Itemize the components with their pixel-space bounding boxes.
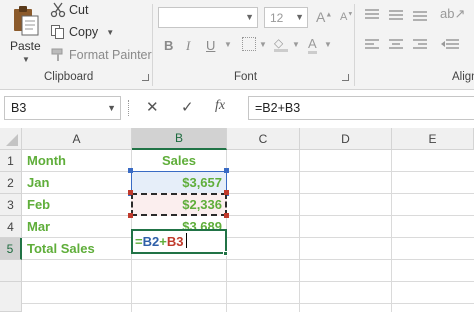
align-center-icon[interactable] xyxy=(388,38,404,52)
column-header-d[interactable]: D xyxy=(300,128,392,150)
copy-button[interactable]: Copy ▼ xyxy=(50,22,114,42)
row-header-3[interactable]: 3 xyxy=(0,194,22,216)
gridline xyxy=(391,150,392,312)
row-header-5[interactable]: 5 xyxy=(0,238,22,260)
chevron-down-icon[interactable]: ▼ xyxy=(224,40,232,49)
cell-b3[interactable]: $2,336 xyxy=(132,194,222,216)
cell-b1[interactable]: Sales xyxy=(132,150,226,172)
copy-label: Copy xyxy=(69,25,99,39)
group-divider xyxy=(152,4,153,86)
select-all-triangle-icon xyxy=(6,134,18,146)
formula-ref-b2: B2 xyxy=(142,234,160,249)
chevron-down-icon[interactable]: ▼ xyxy=(324,40,332,49)
cut-button[interactable]: Cut xyxy=(50,0,88,20)
formula-bar-grip[interactable] xyxy=(128,100,130,116)
paste-label: Paste xyxy=(10,39,41,53)
cell-a2[interactable]: Jan xyxy=(27,172,49,194)
cancel-icon[interactable]: ✕ xyxy=(146,98,159,116)
gridline xyxy=(22,303,474,304)
chevron-down-icon[interactable]: ▼ xyxy=(259,40,267,49)
column-header-a[interactable]: A xyxy=(22,128,132,150)
name-box-value: B3 xyxy=(11,101,27,115)
bold-button[interactable]: B xyxy=(164,38,173,53)
underline-button[interactable]: U xyxy=(206,38,215,53)
formula-value: =B2+B3 xyxy=(255,101,301,115)
cell-a4[interactable]: Mar xyxy=(27,216,50,238)
top-align-icon[interactable] xyxy=(364,8,380,22)
spreadsheet-grid: A B C D E 1 2 3 4 5 xyxy=(0,128,474,312)
clipboard-group-label: Clipboard xyxy=(44,71,94,83)
gridline xyxy=(22,215,474,216)
cell-a5[interactable]: Total Sales xyxy=(27,238,95,260)
format-painter-icon xyxy=(50,47,66,63)
font-size-dropdown[interactable]: 12 ▼ xyxy=(264,7,308,28)
ribbon: Paste ▼ Cut Copy ▼ Format Painter Clipbo… xyxy=(0,0,474,90)
chevron-down-icon[interactable]: ▼ xyxy=(292,40,300,49)
fill-handle[interactable] xyxy=(223,251,228,256)
align-left-icon[interactable] xyxy=(364,38,380,52)
cell-a1[interactable]: Month xyxy=(27,150,66,172)
row-header-2[interactable]: 2 xyxy=(0,172,22,194)
middle-align-icon[interactable] xyxy=(388,8,404,22)
row-header-7[interactable] xyxy=(0,282,22,312)
font-group-label: Font xyxy=(234,71,258,83)
font-size-value: 12 xyxy=(270,11,284,25)
format-painter-label: Format Painter xyxy=(69,48,152,62)
row-header-4[interactable]: 4 xyxy=(0,216,22,238)
row-header-1[interactable]: 1 xyxy=(0,150,22,172)
chevron-down-icon[interactable]: ▼ xyxy=(106,28,114,37)
align-right-icon[interactable] xyxy=(412,38,428,52)
reference-handle[interactable] xyxy=(224,168,229,173)
scissors-icon xyxy=(50,2,66,18)
decrease-indent-icon[interactable] xyxy=(440,38,460,52)
cell-b2[interactable]: $3,657 xyxy=(132,172,222,194)
text-caret xyxy=(186,233,188,248)
row-header-6[interactable] xyxy=(0,260,22,282)
formula-operator: + xyxy=(159,234,167,249)
paste-icon xyxy=(14,6,39,36)
gridline xyxy=(22,171,474,172)
font-launcher-icon[interactable] xyxy=(342,74,349,81)
decrease-font-icon[interactable]: A▼ xyxy=(340,11,353,23)
chevron-down-icon[interactable]: ▼ xyxy=(22,55,30,64)
function-icon[interactable]: fx xyxy=(215,98,225,114)
reference-handle[interactable] xyxy=(224,190,229,195)
format-painter-button[interactable]: Format Painter xyxy=(50,45,152,65)
column-header-e[interactable]: E xyxy=(392,128,474,150)
clipboard-launcher-icon[interactable] xyxy=(142,74,149,81)
group-divider xyxy=(354,4,355,86)
select-all-corner[interactable] xyxy=(0,128,22,150)
gridline xyxy=(22,281,474,282)
column-header-b[interactable]: B xyxy=(132,128,227,150)
bottom-align-icon[interactable] xyxy=(412,8,428,22)
formula-ref-b3: B3 xyxy=(166,234,184,249)
alignment-group-label: Align xyxy=(452,71,474,83)
cell-b5-edit[interactable]: =B2+B3 xyxy=(135,231,188,253)
font-color-icon[interactable]: A xyxy=(308,36,317,54)
copy-icon xyxy=(50,24,66,40)
formula-input[interactable]: =B2+B3 xyxy=(248,96,474,120)
cell-a3[interactable]: Feb xyxy=(27,194,50,216)
chevron-down-icon[interactable]: ▼ xyxy=(107,103,116,113)
gridline xyxy=(22,193,474,194)
increase-font-icon[interactable]: A▲ xyxy=(316,9,332,25)
paste-button[interactable]: Paste ▼ xyxy=(6,2,44,64)
chevron-down-icon: ▼ xyxy=(245,12,254,22)
fill-color-icon[interactable]: ◇ xyxy=(274,36,288,52)
gridline xyxy=(299,150,300,312)
enter-icon[interactable]: ✓ xyxy=(181,98,194,116)
reference-handle[interactable] xyxy=(224,213,229,218)
orientation-icon[interactable]: ab↗ xyxy=(440,6,465,22)
chevron-down-icon: ▼ xyxy=(295,12,304,22)
column-header-c[interactable]: C xyxy=(227,128,300,150)
font-name-dropdown[interactable]: ▼ xyxy=(158,7,258,28)
formula-prefix: = xyxy=(135,234,143,249)
name-box[interactable]: B3 ▼ xyxy=(4,96,121,120)
cut-label: Cut xyxy=(69,3,89,17)
borders-icon[interactable] xyxy=(242,37,256,51)
italic-button[interactable]: I xyxy=(186,38,190,54)
